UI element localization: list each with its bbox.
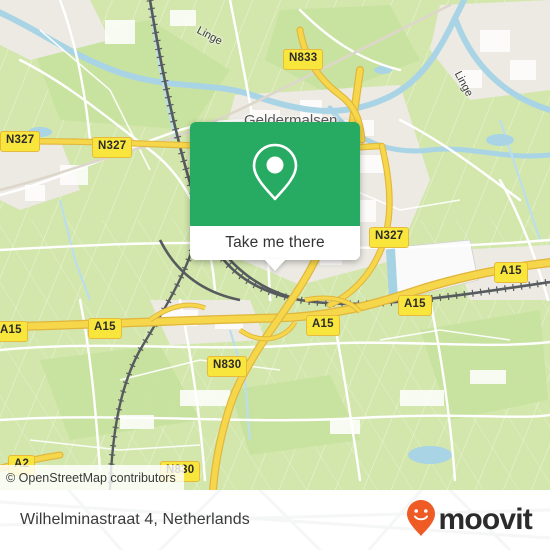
card-pin-area	[190, 122, 360, 226]
road-shield-n327-east: N327	[369, 227, 410, 248]
card-pointer-arrow	[264, 259, 286, 271]
road-shield-n830: N830	[207, 356, 248, 377]
moovit-smiley-pin-icon	[406, 499, 436, 542]
osm-attribution-text: © OpenStreetMap contributors	[6, 470, 176, 485]
moovit-brand: moovit	[406, 499, 533, 542]
road-shield-a15-center: A15	[306, 315, 340, 336]
map-canvas[interactable]: Geldermalsen Linge Linge N327 N327 N833 …	[0, 0, 550, 490]
footer-bar: Wilhelminastraat 4, Netherlands moovit	[0, 490, 550, 550]
road-shield-n833: N833	[283, 49, 324, 70]
road-shield-a15-far-east: A15	[494, 262, 528, 283]
moovit-wordmark: moovit	[438, 503, 532, 536]
card-cta-area[interactable]: Take me there	[190, 226, 360, 271]
road-shield-a15-far-west: A15	[0, 321, 28, 342]
take-me-there-label: Take me there	[225, 234, 325, 251]
road-shield-a15-west: A15	[88, 318, 122, 339]
moovit-map-share-card: Geldermalsen Linge Linge N327 N327 N833 …	[0, 0, 550, 550]
road-shield-n327-west: N327	[0, 131, 41, 152]
destination-info-card[interactable]: Take me there	[190, 122, 360, 271]
road-shield-n327-midwest: N327	[92, 137, 133, 158]
osm-attribution[interactable]: © OpenStreetMap contributors	[0, 465, 184, 490]
road-shield-a15-east: A15	[398, 295, 432, 316]
map-pin-icon	[249, 140, 301, 209]
address-label: Wilhelminastraat 4, Netherlands	[20, 511, 250, 528]
